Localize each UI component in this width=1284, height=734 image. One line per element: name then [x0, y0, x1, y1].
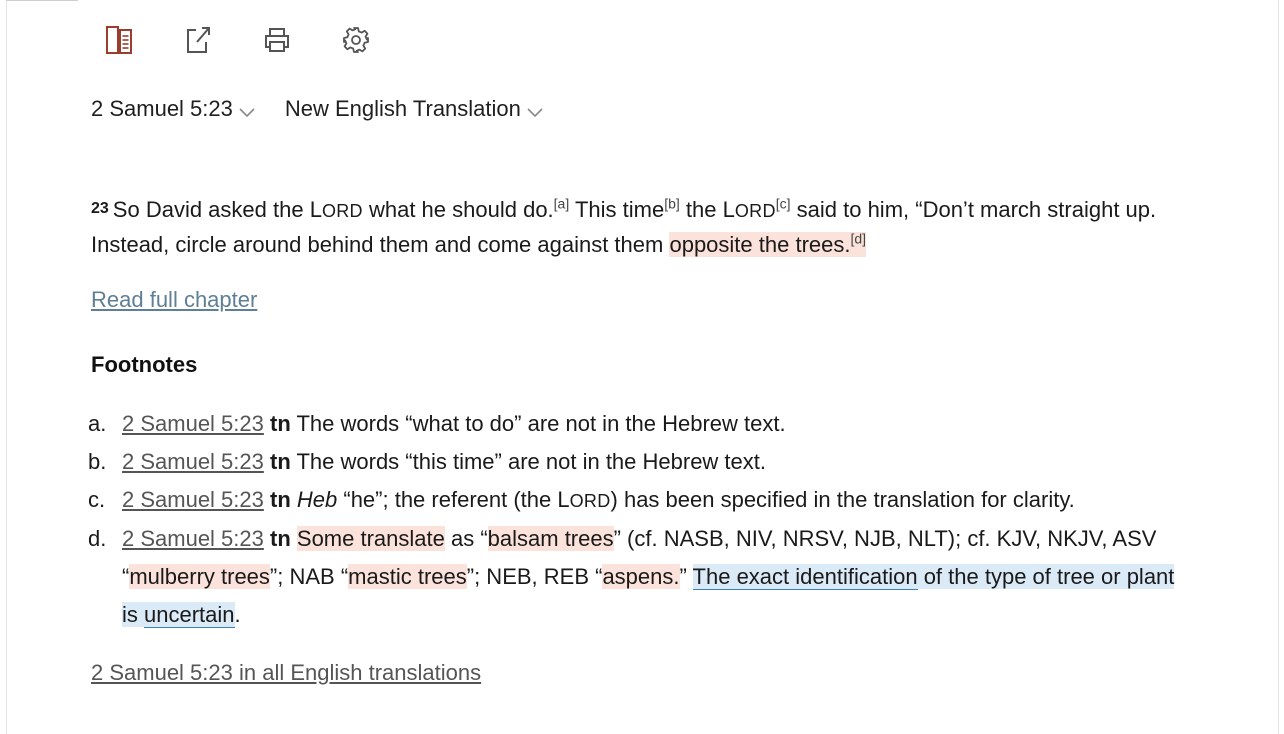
translator-note-tag: tn — [270, 411, 291, 436]
hebrew-abbrev: Heb — [296, 487, 338, 512]
passage-segment: the — [679, 197, 723, 222]
footnote-text: “he”; the referent (the — [337, 487, 558, 512]
footnote-reference-link[interactable]: 2 Samuel 5:23 — [122, 526, 264, 551]
highlighted-note-phrase: The exact identification — [692, 564, 918, 590]
footnote-ref-b[interactable]: [b] — [664, 196, 680, 212]
panel-right-border — [1278, 0, 1279, 734]
top-tab-edge — [6, 0, 78, 1]
settings-button[interactable] — [337, 22, 375, 58]
passage-segment: This time — [569, 197, 665, 222]
all-translations-link[interactable]: 2 Samuel 5:23 in all English translation… — [91, 660, 481, 686]
print-icon — [262, 26, 292, 54]
reference-label: 2 Samuel 5:23 — [91, 96, 233, 121]
footnote-text: The words “what to do” are not in the He… — [290, 411, 786, 436]
settings-gear-icon — [341, 25, 371, 55]
footnote-reference-link[interactable]: 2 Samuel 5:23 — [122, 411, 264, 436]
open-in-new-window-button[interactable] — [179, 22, 217, 58]
footnote-body: 2 Samuel 5:23 tn The words “what to do” … — [122, 405, 1195, 443]
chevron-down-icon — [239, 98, 255, 124]
highlighted-phrase: mulberry trees — [129, 564, 270, 589]
highlighted-note-phrase: uncertain — [144, 602, 235, 628]
footnotes-list: a. 2 Samuel 5:23 tn The words “what to d… — [85, 405, 1195, 634]
footnote-item-d: d. 2 Samuel 5:23 tn Some translate as “b… — [85, 520, 1195, 634]
footnote-item-b: b. 2 Samuel 5:23 tn The words “this time… — [85, 443, 1195, 481]
footnote-ref-d[interactable]: [d] — [850, 231, 866, 247]
footnote-text: ”; NEB, REB “ — [466, 564, 603, 589]
footnote-body: 2 Samuel 5:23 tn The words “this time” a… — [122, 443, 1195, 481]
footnote-text: as “ — [444, 526, 488, 551]
translation-label: New English Translation — [284, 96, 521, 121]
footnote-text: ) has been specified in the translation … — [610, 487, 1075, 512]
highlighted-phrase: balsam trees — [487, 526, 614, 551]
chevron-down-icon — [527, 98, 543, 124]
passage-selectors: 2 Samuel 5:23 New English Translation — [91, 94, 543, 124]
parallel-view-icon — [104, 24, 134, 56]
divine-name-lord: LORD — [557, 487, 611, 512]
footnote-reference-link[interactable]: 2 Samuel 5:23 — [122, 487, 264, 512]
footnote-text: ” — [679, 564, 693, 589]
translation-dropdown[interactable]: New English Translation — [285, 94, 543, 124]
parallel-view-button[interactable] — [100, 22, 138, 58]
passage-toolbar — [100, 22, 416, 58]
translator-note-tag: tn — [270, 487, 291, 512]
footnote-body: 2 Samuel 5:23 tn Some translate as “bals… — [122, 520, 1195, 634]
highlighted-phrase: opposite the trees.[d] — [669, 230, 867, 257]
footnote-letter: d. — [88, 526, 107, 551]
footnote-letter: b. — [88, 449, 107, 474]
highlighted-phrase: Some translate — [296, 526, 445, 551]
footnote-body: 2 Samuel 5:23 tn Heb “he”; the referent … — [122, 481, 1195, 520]
footnote-text: ”; NAB “ — [269, 564, 349, 589]
read-full-chapter-link[interactable]: Read full chapter — [91, 287, 257, 313]
open-external-icon — [184, 25, 212, 55]
passage-segment: what he should do. — [362, 197, 554, 222]
verse-number: 23 — [91, 200, 109, 217]
footnote-ref-a[interactable]: [a] — [554, 196, 570, 212]
translator-note-tag: tn — [270, 526, 291, 551]
translator-note-tag: tn — [270, 449, 291, 474]
passage-segment: So David asked the — [112, 197, 310, 222]
footnote-text: . — [234, 602, 241, 627]
divine-name-lord: LORD — [722, 197, 776, 222]
footnote-item-c: c. 2 Samuel 5:23 tn Heb “he”; the refere… — [85, 481, 1195, 520]
footnote-letter: a. — [88, 411, 107, 436]
highlighted-phrase: aspens. — [602, 564, 680, 589]
footnote-letter: c. — [88, 487, 106, 512]
footnote-reference-link[interactable]: 2 Samuel 5:23 — [122, 449, 264, 474]
footnote-text: The words “this time” are not in the Heb… — [290, 449, 766, 474]
print-button[interactable] — [258, 22, 296, 58]
footnotes-heading: Footnotes — [91, 352, 198, 377]
panel-left-border — [6, 0, 7, 734]
highlighted-phrase: mastic trees — [348, 564, 467, 589]
reference-dropdown[interactable]: 2 Samuel 5:23 — [91, 94, 255, 124]
passage-text: 23 So David asked the LORD what he should… — [91, 193, 1231, 262]
footnote-item-a: a. 2 Samuel 5:23 tn The words “what to d… — [85, 405, 1195, 443]
footnote-ref-c[interactable]: [c] — [776, 196, 791, 212]
divine-name-lord: LORD — [309, 197, 363, 222]
